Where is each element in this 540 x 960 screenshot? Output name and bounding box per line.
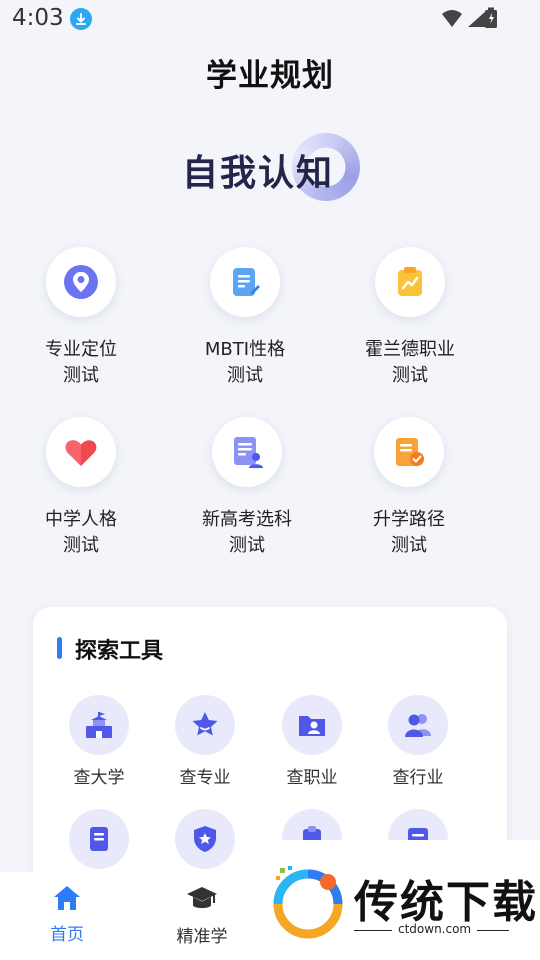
test-sublabel: 测试 <box>391 535 427 556</box>
tool-label: 查专业 <box>179 768 231 788</box>
folder-person-icon <box>299 716 325 736</box>
graduation-cap-icon <box>187 887 217 908</box>
page-title: 学业规划 <box>206 58 334 94</box>
location-pin-icon <box>64 265 98 299</box>
test-label: 中学人格 <box>45 509 117 530</box>
test-major-position[interactable]: 专业定位 测试 <box>16 247 146 389</box>
hero-text: 自我认知 <box>182 153 335 194</box>
tool-search-career[interactable]: 查职业 <box>262 695 362 788</box>
download-icon <box>70 8 92 30</box>
shield-star-icon <box>194 826 216 852</box>
test-label: 新高考选科 <box>202 509 292 530</box>
document-edit-icon <box>233 268 260 296</box>
tool-label: 查职业 <box>286 768 338 788</box>
tool-search-university[interactable]: 查大学 <box>49 695 149 788</box>
test-admission-path[interactable]: 升学路径 测试 <box>344 417 474 559</box>
clipboard-chart-icon <box>398 267 422 296</box>
document-person-icon <box>234 437 263 468</box>
status-time: 4:03 <box>12 5 64 31</box>
section-heading: 探索工具 <box>75 639 164 664</box>
clipboard-check-icon <box>396 438 424 466</box>
nav-home-label: 首页 <box>50 925 84 945</box>
ctdown-logo-icon <box>273 866 343 939</box>
tool-item[interactable] <box>49 809 149 869</box>
watermark-brand: 传统下载 <box>354 877 538 928</box>
test-sublabel: 测试 <box>229 535 265 556</box>
book-icon <box>90 827 108 851</box>
tool-search-industry[interactable]: 查行业 <box>368 695 468 788</box>
test-middle-school-personality[interactable]: 中学人格 测试 <box>16 417 146 559</box>
status-bar: 4:03 <box>0 0 540 38</box>
test-holland[interactable]: 霍兰德职业 测试 <box>345 247 475 389</box>
section-accent-bar <box>57 637 62 659</box>
battery-icon <box>485 7 497 28</box>
test-label: 专业定位 <box>45 339 117 360</box>
watermark-url: ctdown.com <box>392 922 478 936</box>
watermark: 传统下载 ctdown.com <box>262 840 540 960</box>
nav-home[interactable]: 首页 <box>12 884 122 945</box>
tool-label: 查行业 <box>392 768 444 788</box>
nav-precise-label: 精准学 <box>176 927 228 947</box>
home-icon <box>54 886 80 910</box>
test-label: 霍兰德职业 <box>365 339 455 360</box>
test-label: 升学路径 <box>373 509 445 530</box>
heart-icon <box>65 440 97 466</box>
test-sublabel: 测试 <box>63 535 99 556</box>
university-icon <box>86 712 112 738</box>
people-icon <box>405 714 431 737</box>
nav-precise-learning[interactable]: 精准学 <box>147 884 257 947</box>
star-badge-icon <box>192 712 218 736</box>
test-sublabel: 测试 <box>392 365 428 386</box>
test-label: MBTI性格 <box>204 339 286 360</box>
test-mbti[interactable]: MBTI性格 测试 <box>180 247 310 389</box>
tool-search-major[interactable]: 查专业 <box>155 695 255 788</box>
tool-label: 查大学 <box>73 768 125 788</box>
test-sublabel: 测试 <box>63 365 99 386</box>
test-sublabel: 测试 <box>227 365 263 386</box>
test-subject-selection[interactable]: 新高考选科 测试 <box>182 417 312 559</box>
hero-banner: 自我认知 <box>182 132 362 204</box>
tool-item[interactable] <box>155 809 255 869</box>
